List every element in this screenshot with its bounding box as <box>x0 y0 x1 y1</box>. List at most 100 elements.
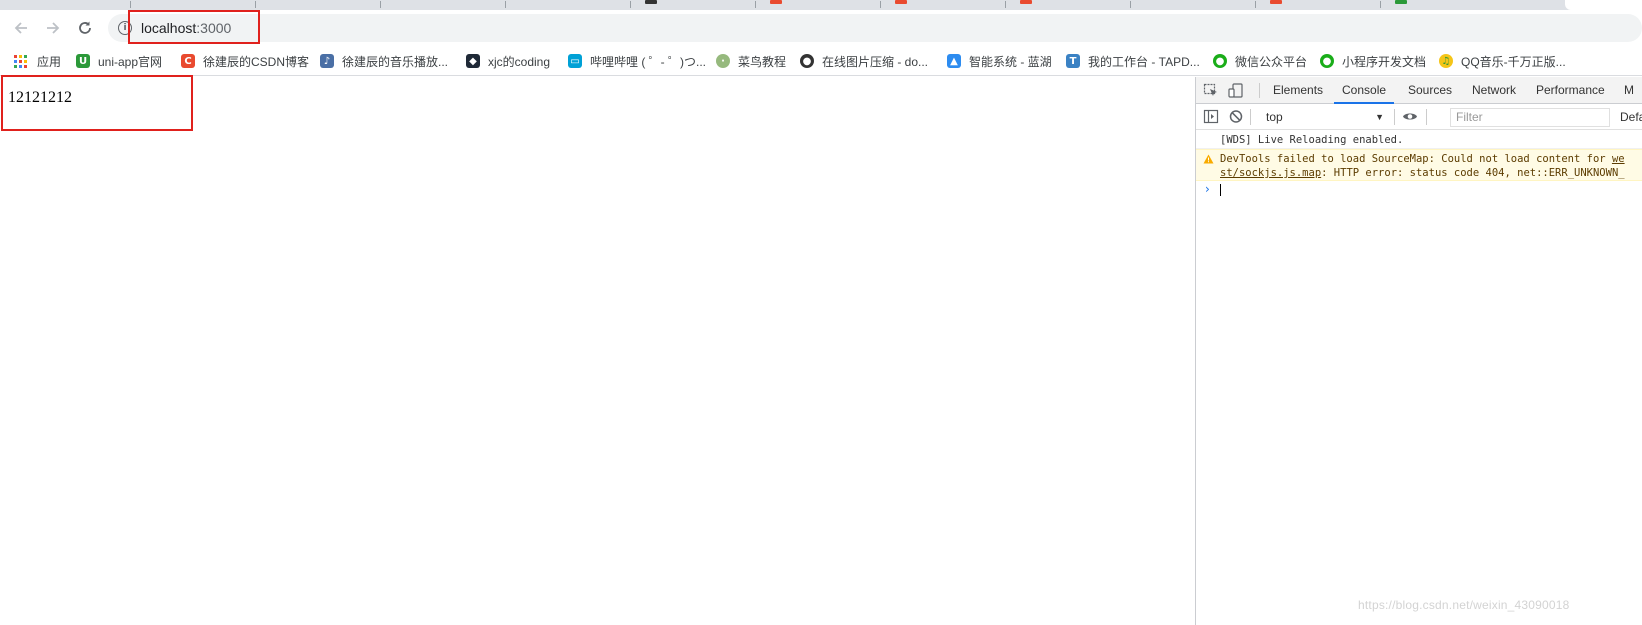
music-icon: ♪ <box>320 54 334 68</box>
tab-elements[interactable]: Elements <box>1273 77 1323 104</box>
text-caret <box>1220 184 1221 196</box>
live-expression-eye-icon[interactable] <box>1402 109 1418 124</box>
reload-icon <box>79 21 91 34</box>
wechat-icon: ● <box>1320 54 1334 68</box>
tab-separator <box>130 1 131 8</box>
bookmark-label: 我的工作台 - TAPD... <box>1088 54 1200 69</box>
bookmark-qqmusic[interactable]: ♫ QQ音乐-千万正版... <box>1439 52 1566 70</box>
tab-separator <box>505 1 506 8</box>
toolbar-divider <box>1250 109 1251 125</box>
tab-favicon[interactable] <box>1020 0 1032 4</box>
back-button[interactable] <box>9 16 33 40</box>
bookmark-label: 哔哩哔哩 ( ゜- ゜)つ... <box>590 54 706 69</box>
console-prompt[interactable]: › <box>1196 181 1642 199</box>
csdn-icon: C <box>181 54 195 68</box>
arrow-right-icon <box>47 22 60 34</box>
devtools-panel: Elements Console Sources Network Perform… <box>1195 77 1642 625</box>
bookmark-label: 小程序开发文档 <box>1342 54 1427 69</box>
tab-separator <box>1130 1 1131 8</box>
console-message-log: [WDS] Live Reloading enabled. <box>1196 131 1642 149</box>
tab-console[interactable]: Console <box>1333 77 1395 104</box>
watermark: https://blog.csdn.net/weixin_43090018 <box>1358 598 1570 612</box>
tab-separator <box>1005 1 1006 8</box>
tab-sources[interactable]: Sources <box>1408 77 1452 104</box>
bilibili-icon: ▭ <box>568 54 582 68</box>
tab-more[interactable]: M <box>1624 77 1634 104</box>
log-levels-dropdown[interactable]: Defa <box>1620 108 1642 126</box>
bookmark-label: 在线图片压缩 - do... <box>822 54 929 69</box>
content-highlight-box <box>1 75 193 131</box>
address-bar[interactable]: i localhost:3000 <box>108 14 1642 42</box>
bookmark-label: QQ音乐-千万正版... <box>1461 54 1566 69</box>
wechat-icon: ● <box>1213 54 1227 68</box>
bookmark-uniapp[interactable]: U uni-app官网 <box>76 52 162 70</box>
warning-text: DevTools failed to load SourceMap: Could… <box>1220 153 1612 165</box>
tab-separator <box>1255 1 1256 8</box>
tab-favicon[interactable] <box>895 0 907 4</box>
prompt-chevron-icon: › <box>1205 182 1210 196</box>
device-toolbar-icon[interactable] <box>1228 83 1244 98</box>
bookmark-apps[interactable]: 应用 <box>14 52 61 70</box>
inspect-element-icon[interactable] <box>1203 83 1219 98</box>
bookmark-lanhu[interactable]: ▲ 智能系统 - 蓝湖 <box>947 52 1052 70</box>
tab-favicon[interactable] <box>770 0 782 4</box>
dropdown-caret-icon: ▼ <box>1375 112 1384 122</box>
bookmark-label: 徐建辰的音乐播放... <box>342 54 449 69</box>
bookmark-label: 应用 <box>37 54 62 69</box>
bookmark-label: 智能系统 - 蓝湖 <box>969 54 1052 69</box>
toolbar-divider <box>1426 109 1427 125</box>
lanhu-icon: ▲ <box>947 54 961 68</box>
tab-separator <box>380 1 381 8</box>
tab-favicon[interactable] <box>645 0 657 4</box>
tab-strip <box>0 0 1642 10</box>
reload-button[interactable] <box>73 16 97 40</box>
tab-performance[interactable]: Performance <box>1536 77 1605 104</box>
tab-separator <box>880 1 881 8</box>
devtools-tabbar: Elements Console Sources Network Perform… <box>1196 77 1642 104</box>
bookmark-label: 徐建辰的CSDN博客 <box>203 54 310 69</box>
source-link[interactable]: we <box>1612 153 1625 165</box>
arrow-left-icon <box>14 22 27 34</box>
runoob-icon: · <box>716 54 730 68</box>
qqmusic-icon: ♫ <box>1439 54 1453 68</box>
tab-strip-end <box>1565 0 1642 10</box>
bookmark-tapd[interactable]: T 我的工作台 - TAPD... <box>1066 52 1200 70</box>
console-toolbar: top ▼ Filter Defa <box>1196 104 1642 130</box>
tab-favicon[interactable] <box>1395 0 1407 4</box>
tab-separator <box>255 1 256 8</box>
compress-icon: ● <box>800 54 814 68</box>
warning-line-2: st/sockjs.js.map: HTTP error: status cod… <box>1220 166 1642 180</box>
clear-console-icon[interactable] <box>1228 109 1244 124</box>
show-sidebar-icon[interactable] <box>1203 109 1219 124</box>
coding-icon: ◆ <box>466 54 480 68</box>
tab-separator <box>755 1 756 8</box>
console-output: [WDS] Live Reloading enabled. DevTools f… <box>1196 131 1642 625</box>
toolbar-divider <box>1259 83 1260 98</box>
page-viewport: 12121212 <box>0 77 1195 625</box>
bookmark-bilibili[interactable]: ▭ 哔哩哔哩 ( ゜- ゜)つ... <box>568 52 706 70</box>
bookmark-compress[interactable]: ● 在线图片压缩 - do... <box>800 52 928 70</box>
bookmark-label: 菜鸟教程 <box>738 54 787 69</box>
bookmark-csdn[interactable]: C 徐建辰的CSDN博客 <box>181 52 309 70</box>
bookmark-coding[interactable]: ◆ xjc的coding <box>466 52 550 70</box>
bookmark-wechat-mp[interactable]: ● 微信公众平台 <box>1213 52 1307 70</box>
console-message-warning: DevTools failed to load SourceMap: Could… <box>1196 149 1642 181</box>
tapd-icon: T <box>1066 54 1080 68</box>
forward-button[interactable] <box>41 16 65 40</box>
bookmark-miniprogram-docs[interactable]: ● 小程序开发文档 <box>1320 52 1426 70</box>
warning-line-1: DevTools failed to load SourceMap: Could… <box>1220 152 1642 166</box>
source-map-link[interactable]: st/sockjs.js.map <box>1220 167 1321 179</box>
toolbar-divider <box>1394 109 1395 125</box>
bookmark-label: 微信公众平台 <box>1235 54 1308 69</box>
bookmark-runoob[interactable]: · 菜鸟教程 <box>716 52 786 70</box>
tab-separator <box>630 1 631 8</box>
filter-input[interactable]: Filter <box>1450 108 1610 127</box>
console-message-text: [WDS] Live Reloading enabled. <box>1220 134 1404 146</box>
tab-network[interactable]: Network <box>1472 77 1516 104</box>
bookmarks-bar: 应用 U uni-app官网 C 徐建辰的CSDN博客 ♪ 徐建辰的音乐播放..… <box>0 46 1642 76</box>
tab-favicon[interactable] <box>1270 0 1282 4</box>
context-selector[interactable]: top ▼ <box>1256 108 1386 126</box>
apps-grid-icon <box>14 54 27 68</box>
tab-separator <box>1380 1 1381 8</box>
bookmark-music[interactable]: ♪ 徐建辰的音乐播放... <box>320 52 448 70</box>
